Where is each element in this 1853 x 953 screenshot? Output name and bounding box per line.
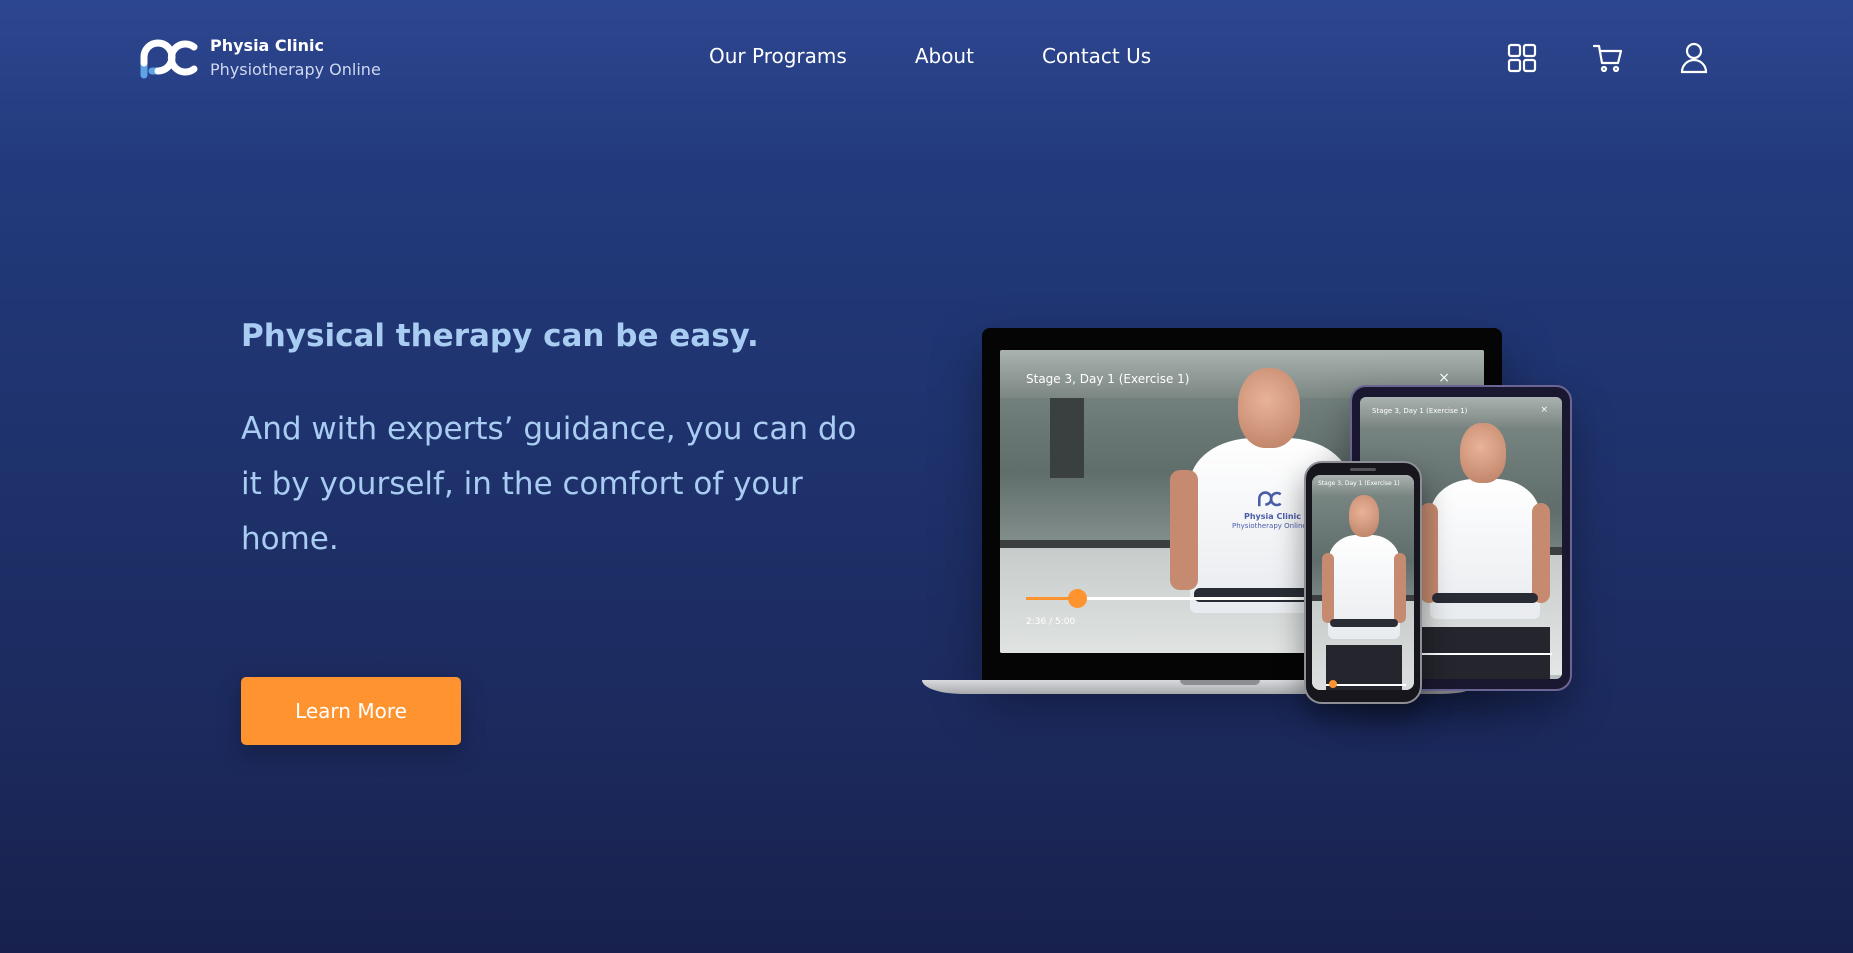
close-icon[interactable]: × <box>1438 370 1450 386</box>
device-mockups: Physia Clinic Physiotherapy Online Stage… <box>918 328 1578 708</box>
nav-item-contact-us[interactable]: Contact Us <box>1042 44 1151 68</box>
video-time: 2:36 / 5:00 <box>1026 617 1076 627</box>
laptop-notch <box>1180 680 1260 685</box>
brand-name: Physia Clinic <box>210 36 324 55</box>
tablet-close-icon: × <box>1540 405 1548 415</box>
phone-mockup: Stage 3, Day 1 (Exercise 1) <box>1304 461 1422 704</box>
grid-icon[interactable] <box>1505 40 1539 76</box>
main-nav: Our Programs About Contact Us <box>709 44 1151 68</box>
phone-progress-thumb <box>1329 680 1337 688</box>
shirt-logo-text: Physia Clinic <box>1244 512 1301 521</box>
hero-subtext: And with experts’ guidance, you can do i… <box>241 411 857 557</box>
cart-icon[interactable] <box>1591 40 1625 76</box>
phone-video-title: Stage 3, Day 1 (Exercise 1) <box>1318 480 1400 487</box>
learn-more-button[interactable]: Learn More <box>241 677 461 745</box>
nav-item-about[interactable]: About <box>915 44 974 68</box>
video-progress-thumb[interactable] <box>1068 589 1087 608</box>
video-progress-bar[interactable] <box>1026 589 1326 608</box>
nav-item-our-programs[interactable]: Our Programs <box>709 44 847 68</box>
phone-video: Stage 3, Day 1 (Exercise 1) <box>1312 475 1414 690</box>
site-header: Physia Clinic Physiotherapy Online Our P… <box>0 0 1853 115</box>
phone-progress-bar <box>1326 684 1406 686</box>
hero-headline: Physical therapy can be easy. <box>241 318 759 354</box>
phone-speaker <box>1350 468 1376 471</box>
video-title: Stage 3, Day 1 (Exercise 1) <box>1026 372 1190 386</box>
shirt-logo-subtext: Physiotherapy Online <box>1232 522 1307 530</box>
brand-logo[interactable]: Physia Clinic Physiotherapy Online <box>140 34 381 82</box>
user-icon[interactable] <box>1677 40 1711 76</box>
brand-tagline: Physiotherapy Online <box>210 60 381 79</box>
tablet-video-title: Stage 3, Day 1 (Exercise 1) <box>1372 407 1468 415</box>
pc-logo-icon <box>140 39 198 79</box>
header-actions <box>1505 40 1710 76</box>
brand-text: Physia Clinic Physiotherapy Online <box>210 34 381 82</box>
